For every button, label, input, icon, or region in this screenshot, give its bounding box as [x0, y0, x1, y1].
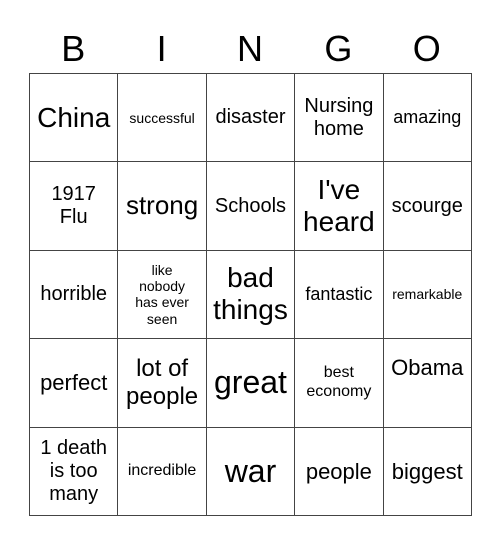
bingo-cell[interactable]: Nursing home: [294, 72, 384, 163]
bingo-cell[interactable]: disaster: [205, 72, 296, 163]
bingo-cell[interactable]: best economy: [294, 338, 384, 428]
bingo-cell[interactable]: 1 death is too many: [28, 426, 119, 516]
bingo-cell[interactable]: fantastic: [294, 249, 384, 340]
grid-row: China successful disaster Nursing home a…: [28, 72, 472, 163]
bingo-cell[interactable]: incredible: [117, 426, 207, 516]
grid-row: horrible like nobody has ever seen bad t…: [28, 249, 472, 340]
grid-row: 1917 Flu strong Schools I've heard scour…: [28, 161, 472, 251]
bingo-cell[interactable]: 1917 Flu: [28, 161, 119, 251]
bingo-cell[interactable]: strong: [117, 161, 207, 251]
header-letter-g: G: [324, 28, 353, 69]
bingo-cell[interactable]: successful: [117, 72, 207, 163]
grid-row: 1 death is too many incredible war peopl…: [28, 426, 472, 516]
bingo-cell[interactable]: war: [205, 426, 296, 516]
header-letter-i: I: [156, 28, 167, 69]
grid-row: perfect lot of people great best economy…: [28, 338, 472, 428]
bingo-cell[interactable]: perfect: [28, 338, 119, 428]
bingo-cell[interactable]: like nobody has ever seen: [117, 249, 207, 340]
bingo-cell[interactable]: lot of people: [117, 338, 207, 428]
bingo-cell[interactable]: great: [205, 338, 296, 428]
bingo-cell[interactable]: I've heard: [294, 161, 384, 251]
bingo-cell[interactable]: remarkable: [382, 249, 472, 340]
bingo-cell[interactable]: biggest: [382, 426, 472, 516]
bingo-cell[interactable]: Obama: [382, 338, 472, 428]
header-letter-n: N: [236, 28, 263, 69]
bingo-cell[interactable]: amazing: [382, 72, 472, 163]
bingo-cell[interactable]: scourge: [382, 161, 472, 251]
bingo-grid: China successful disaster Nursing home a…: [28, 72, 472, 516]
header-letter-o: O: [412, 28, 441, 69]
bingo-cell[interactable]: Schools: [205, 161, 296, 251]
header-letter-b: B: [61, 28, 86, 69]
bingo-cell[interactable]: people: [294, 426, 384, 516]
bingo-cell[interactable]: horrible: [28, 249, 119, 340]
bingo-cell[interactable]: China: [28, 72, 119, 163]
bingo-cell[interactable]: bad things: [205, 249, 296, 340]
bingo-header: B I N G O: [29, 20, 471, 73]
